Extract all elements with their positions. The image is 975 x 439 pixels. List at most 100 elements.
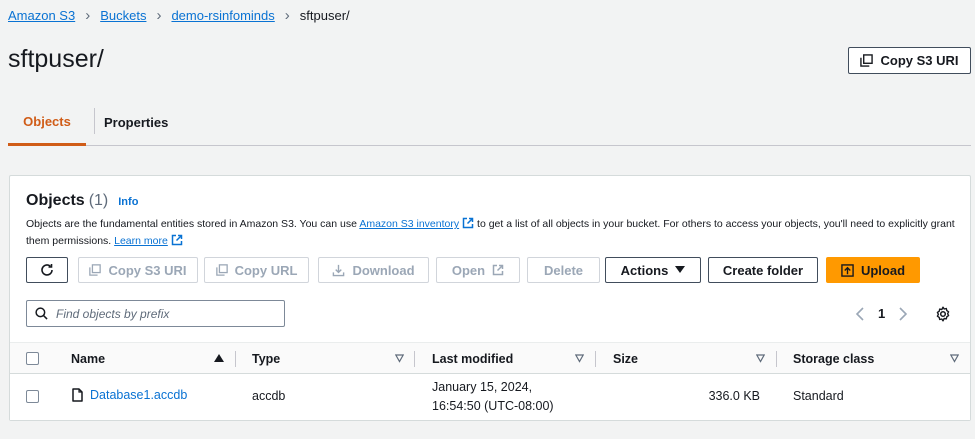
sort-icon[interactable]: [950, 354, 959, 363]
copy-s3-uri-toolbar-label: Copy S3 URI: [108, 262, 187, 278]
select-all-checkbox-cell[interactable]: [26, 343, 39, 374]
copy-url-button[interactable]: Copy URL: [204, 257, 309, 283]
external-link-icon: [171, 234, 183, 246]
create-folder-label: Create folder: [722, 262, 804, 278]
page-title: sftpuser/: [8, 45, 104, 73]
copy-icon: [215, 264, 228, 276]
chevron-right-icon: ›: [284, 7, 290, 24]
open-label: Open: [451, 262, 486, 278]
search-icon: [35, 307, 48, 320]
copy-url-label: Copy URL: [234, 262, 298, 278]
download-icon: [333, 264, 345, 276]
inventory-link-label: Amazon S3 inventory: [359, 218, 460, 230]
size-cell: 336.0 KB: [708, 389, 760, 403]
objects-panel: Objects (1) Info Objects are the fundame…: [9, 175, 971, 421]
caret-down-icon: [675, 266, 686, 273]
objects-title: Objects: [26, 192, 85, 209]
search-input[interactable]: [56, 306, 266, 321]
sort-icon[interactable]: [575, 354, 584, 363]
learn-more-link[interactable]: Learn more: [114, 234, 183, 247]
tab-properties[interactable]: Properties: [104, 100, 168, 145]
file-icon: [72, 388, 83, 402]
copy-s3-uri-label: Copy S3 URI: [880, 53, 959, 68]
copy-s3-uri-toolbar-button[interactable]: Copy S3 URI: [78, 257, 198, 283]
breadcrumb-item-amazon-s3[interactable]: Amazon S3: [8, 8, 75, 23]
sort-ascending-icon[interactable]: [214, 354, 224, 363]
external-link-icon: [492, 264, 504, 276]
delete-label: Delete: [543, 262, 584, 278]
current-page[interactable]: 1: [878, 306, 885, 321]
chevron-right-icon[interactable]: [899, 306, 908, 321]
tab-divider: [94, 108, 95, 134]
copy-icon: [89, 264, 102, 276]
chevron-right-icon: ›: [85, 7, 91, 24]
table-row: Database1.accdb accdb January 15, 2024, …: [10, 374, 970, 420]
upload-button[interactable]: Upload: [826, 257, 920, 283]
column-header-type[interactable]: Type: [252, 343, 280, 374]
row-checkbox-cell[interactable]: [26, 390, 39, 403]
objects-count: (1): [88, 192, 109, 209]
last-modified-time: 16:54:50 (UTC-08:00): [432, 399, 554, 413]
type-cell: accdb: [252, 389, 286, 403]
gear-icon: [936, 306, 950, 322]
download-label: Download: [352, 262, 415, 278]
tab-objects-label: Objects: [23, 114, 71, 129]
info-link[interactable]: Info: [118, 196, 138, 208]
actions-label: Actions: [620, 262, 669, 278]
select-all-checkbox[interactable]: [26, 352, 39, 365]
sort-icon[interactable]: [756, 354, 765, 363]
open-button[interactable]: Open: [436, 257, 520, 283]
delete-button[interactable]: Delete: [527, 257, 600, 283]
objects-toolbar: Copy S3 URI Copy URL Download Open Delet…: [10, 257, 970, 285]
objects-header: Objects (1) Info: [26, 192, 138, 210]
search-box: [26, 300, 285, 327]
storage-class-cell: Standard: [793, 389, 844, 403]
last-modified-cell: January 15, 2024, 16:54:50 (UTC-08:00): [432, 378, 554, 416]
column-divider: [235, 351, 236, 367]
copy-icon: [860, 54, 874, 67]
refresh-icon: [41, 264, 53, 276]
tab-properties-label: Properties: [104, 115, 169, 130]
column-header-last-modified[interactable]: Last modified: [432, 343, 513, 374]
actions-dropdown-button[interactable]: Actions: [605, 257, 701, 283]
column-header-size[interactable]: Size: [613, 343, 638, 374]
chevron-left-icon[interactable]: [855, 306, 864, 321]
sort-icon[interactable]: [395, 354, 404, 363]
settings-button[interactable]: [935, 306, 951, 327]
learn-more-label: Learn more: [114, 235, 168, 247]
column-name-label: Name: [71, 351, 106, 366]
row-checkbox[interactable]: [26, 390, 39, 403]
chevron-right-icon: ›: [156, 7, 162, 24]
pagination: 1: [855, 306, 908, 321]
column-divider: [595, 351, 596, 367]
column-size-label: Size: [613, 351, 639, 366]
table-header: Name Type Last modified Size Storage cla…: [10, 342, 970, 374]
last-modified-date: January 15, 2024,: [432, 380, 533, 394]
tab-objects[interactable]: Objects: [8, 100, 86, 146]
breadcrumb: Amazon S3 › Buckets › demo-rsinfominds ›…: [8, 8, 350, 23]
column-last-modified-label: Last modified: [432, 351, 514, 366]
objects-table: Name Type Last modified Size Storage cla…: [10, 342, 970, 420]
breadcrumb-current: sftpuser/: [299, 8, 350, 23]
inventory-link[interactable]: Amazon S3 inventory: [359, 217, 474, 230]
breadcrumb-item-buckets[interactable]: Buckets: [100, 8, 146, 23]
column-storage-class-label: Storage class: [793, 351, 875, 366]
download-button[interactable]: Download: [318, 257, 429, 283]
breadcrumb-item-bucket[interactable]: demo-rsinfominds: [171, 8, 274, 23]
upload-icon: [841, 263, 854, 277]
upload-label: Upload: [860, 262, 906, 278]
external-link-icon: [462, 217, 474, 229]
object-name-link[interactable]: Database1.accdb: [90, 388, 187, 402]
description-text: Objects are the fundamental entities sto…: [26, 218, 360, 230]
copy-s3-uri-button[interactable]: Copy S3 URI: [848, 47, 971, 74]
name-cell: Database1.accdb: [72, 388, 187, 402]
column-divider: [776, 351, 777, 367]
tab-bar: Objects Properties: [8, 100, 971, 146]
column-divider: [414, 351, 415, 367]
column-header-name[interactable]: Name: [71, 343, 105, 374]
column-header-storage-class[interactable]: Storage class: [793, 343, 874, 374]
objects-description: Objects are the fundamental entities sto…: [26, 216, 956, 250]
create-folder-button[interactable]: Create folder: [708, 257, 818, 283]
refresh-button[interactable]: [26, 257, 68, 283]
column-type-label: Type: [252, 351, 281, 366]
